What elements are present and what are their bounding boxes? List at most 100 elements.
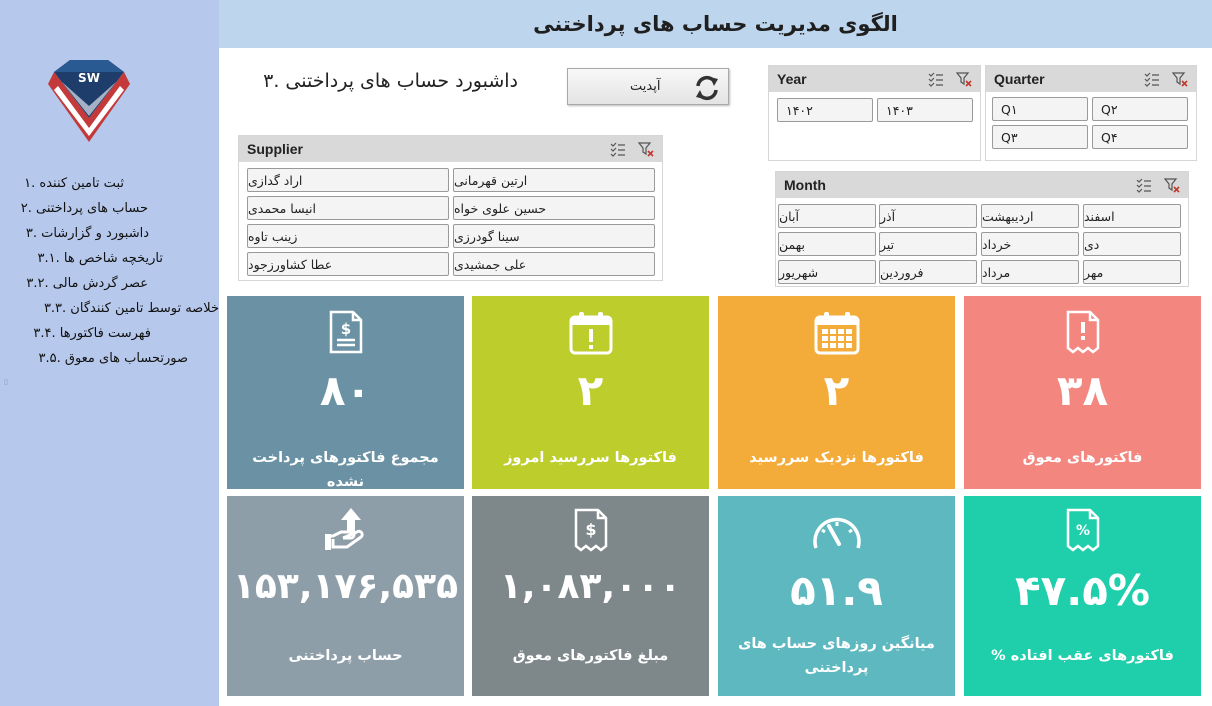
slicer-item[interactable]: ۱۴۰۲: [777, 98, 873, 122]
slicer-item[interactable]: Q۳: [992, 125, 1088, 149]
year-slicer-header: Year: [769, 66, 980, 92]
slicer-item[interactable]: آذر: [879, 204, 977, 228]
clear-filter-icon[interactable]: [638, 141, 654, 157]
slicer-item[interactable]: بهمن: [778, 232, 876, 256]
kpi-tile-overdue-invoices: ۳۸ فاکتورهای معوق: [964, 296, 1201, 489]
multi-select-icon[interactable]: [1144, 71, 1160, 87]
sidebar-item-accounts-payable[interactable]: حساب های پرداختنی .۲: [21, 199, 148, 219]
kpi-value: ۵۱.۹: [790, 566, 883, 615]
kpi-label: مبلغ فاکتورهای معوق: [512, 648, 669, 664]
slicer-item[interactable]: Q۴: [1092, 125, 1188, 149]
kpi-label: فاکتورهای عقب افتاده %: [991, 648, 1174, 664]
year-slicer: Year ۱۴۰۲ ۱۴۰۳: [768, 65, 981, 161]
kpi-value: ۸۰: [319, 366, 372, 415]
kpi-value: ۲: [823, 366, 850, 415]
page-title: الگوی مدیریت حساب های پرداختنی: [533, 12, 898, 36]
month-slicer-header: Month: [776, 172, 1188, 198]
slicer-item[interactable]: Q۱: [992, 97, 1088, 121]
slicer-item[interactable]: سینا گودرزی: [453, 224, 655, 248]
sidebar-item-supplier-registration[interactable]: ثبت تامین کننده .۱: [24, 174, 124, 194]
sidebar-marker: ▯: [4, 378, 8, 386]
supplier-slicer-header: Supplier: [239, 136, 662, 162]
slicer-item[interactable]: انیسا محمدی: [247, 196, 449, 220]
update-button-label: آپدیت: [630, 79, 661, 94]
slicer-item[interactable]: اسفند: [1083, 204, 1181, 228]
kpi-value: ۴۷.۵%: [1015, 566, 1150, 615]
invoice-dollar-icon: $: [329, 310, 362, 354]
sidebar-item-dashboard-reports[interactable]: داشبورد و گزارشات .۳: [26, 224, 149, 244]
month-slicer-title: Month: [784, 177, 826, 193]
clear-filter-icon[interactable]: [1164, 177, 1180, 193]
dashboard-title: داشبورد حساب های پرداختنی .۳: [263, 70, 518, 92]
update-button[interactable]: آپدیت: [567, 68, 729, 105]
kpi-tile-unpaid-invoices: $ ۸۰ مجموع فاکتورهای پرداخت نشده: [227, 296, 464, 490]
kpi-label: مجموع فاکتورهای پرداخت نشده: [252, 450, 439, 490]
invoice-alert-icon: [1066, 310, 1099, 354]
slicer-item[interactable]: دی: [1083, 232, 1181, 256]
kpi-label: حساب پرداختنی: [288, 648, 403, 664]
svg-text:$: $: [340, 320, 350, 338]
slicer-item[interactable]: عطا کشاورزجود: [247, 252, 449, 276]
receipt-dollar-icon: $: [574, 508, 607, 552]
sidebar-item-supplier-summary[interactable]: خلاصه توسط تامین کنندگان .۳.۳: [44, 299, 219, 319]
sidebar-item-invoice-list[interactable]: فهرست فاکتورها .۳.۴: [33, 324, 151, 344]
sidebar-item-overdue-bills[interactable]: صورتحساب های معوق .۳.۵: [38, 349, 188, 369]
slicer-item[interactable]: Q۲: [1092, 97, 1188, 121]
multi-select-icon[interactable]: [1136, 177, 1152, 193]
kpi-tile-due-today: ۲ فاکتورها سررسید امروز: [472, 296, 709, 489]
slicer-item[interactable]: مرداد: [981, 260, 1079, 284]
quarter-slicer: Quarter Q۱ Q۲ Q۳ Q۴: [985, 65, 1197, 161]
svg-text:SW: SW: [78, 71, 100, 85]
slicer-item[interactable]: اراد گدازی: [247, 168, 449, 192]
diamond-logo: SW: [48, 60, 130, 142]
kpi-value: ۳۸: [1056, 366, 1109, 415]
percent-invoice-icon: %: [1066, 508, 1099, 552]
slicer-item[interactable]: ۱۴۰۳: [877, 98, 973, 122]
slicer-item[interactable]: علی جمشیدی: [453, 252, 655, 276]
multi-select-icon[interactable]: [610, 141, 626, 157]
supplier-slicer: Supplier ارتین قهرمانی اراد گدازی حسین ع…: [238, 135, 663, 281]
calendar-alert-icon: [569, 312, 612, 355]
clear-filter-icon[interactable]: [1172, 71, 1188, 87]
sidebar: SW ثبت تامین کننده .۱ حساب های پرداختنی …: [0, 0, 219, 706]
year-slicer-title: Year: [777, 71, 807, 87]
slicer-item[interactable]: آبان: [778, 204, 876, 228]
sidebar-item-kpi-history[interactable]: تاریخچه شاخص ها .۳.۱: [38, 249, 164, 269]
kpi-tile-avg-days: ۵۱.۹ میانگین روزهای حساب های پرداختنی: [718, 496, 955, 696]
slicer-item[interactable]: شهریور: [778, 260, 876, 284]
header-bar: الگوی مدیریت حساب های پرداختنی: [219, 0, 1212, 48]
clear-filter-icon[interactable]: [956, 71, 972, 87]
kpi-label: فاکتورهای معوق: [1022, 450, 1143, 466]
slicer-item[interactable]: ارتین قهرمانی: [453, 168, 655, 192]
slicer-item[interactable]: فروردین: [879, 260, 977, 284]
slicer-item[interactable]: خرداد: [981, 232, 1079, 256]
kpi-tile-overdue-amount: $ ۱,۰۸۳,۰۰۰ مبلغ فاکتورهای معوق: [472, 496, 709, 696]
kpi-tile-accounts-payable: ۱۵۳,۱۷۶,۵۳۵ حساب پرداختنی: [227, 496, 464, 696]
kpi-value: ۱,۰۸۳,۰۰۰: [499, 566, 682, 607]
slicer-item[interactable]: تیر: [879, 232, 977, 256]
multi-select-icon[interactable]: [928, 71, 944, 87]
gauge-icon: [812, 517, 861, 549]
quarter-slicer-title: Quarter: [994, 71, 1045, 87]
supplier-slicer-title: Supplier: [247, 141, 304, 157]
svg-text:$: $: [585, 520, 596, 539]
slicer-item[interactable]: زینب تاوه: [247, 224, 449, 248]
slicer-item[interactable]: مهر: [1083, 260, 1181, 284]
sidebar-item-turnover[interactable]: عصر گردش مالی .۳.۲: [26, 274, 148, 294]
svg-text:%: %: [1075, 523, 1089, 539]
dashboard-page: SW ثبت تامین کننده .۱ حساب های پرداختنی …: [0, 0, 1212, 706]
kpi-label: فاکتورها سررسید امروز: [504, 450, 677, 466]
slicer-item[interactable]: حسین علوی خواه: [453, 196, 655, 220]
kpi-label: میانگین روزهای حساب های پرداختنی: [738, 636, 935, 676]
slicer-item[interactable]: اردیبهشت: [981, 204, 1079, 228]
month-slicer: Month اسفند اردیبهشت آذر آبان دی خرداد ت…: [775, 171, 1189, 287]
kpi-tile-near-due: ۲ فاکتورها نزدیک سررسید: [718, 296, 955, 489]
kpi-tile-overdue-percent: % ۴۷.۵% فاکتورهای عقب افتاده %: [964, 496, 1201, 696]
kpi-value: ۲: [577, 366, 604, 415]
kpi-label: فاکتورها نزدیک سررسید: [749, 450, 924, 466]
refresh-icon: [696, 75, 718, 101]
calendar-grid-icon: [814, 312, 859, 355]
quarter-slicer-header: Quarter: [986, 66, 1196, 92]
hand-money-icon: [324, 508, 364, 550]
kpi-value: ۱۵۳,۱۷۶,۵۳۵: [232, 566, 459, 607]
